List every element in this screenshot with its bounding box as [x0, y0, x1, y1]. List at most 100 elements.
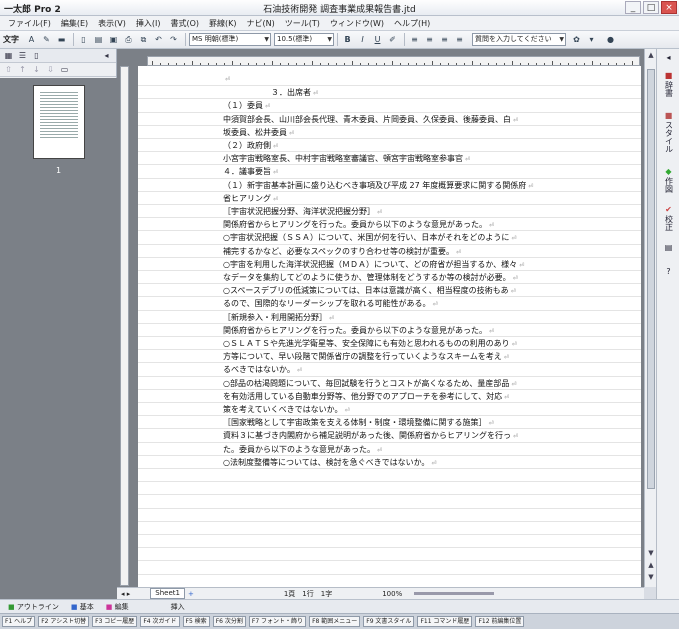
redo-icon[interactable]: ↷: [167, 33, 180, 46]
fkey-f2[interactable]: F2 アシスト切替: [38, 616, 90, 627]
page-icon[interactable]: ▯: [31, 50, 42, 61]
font-color-icon[interactable]: ✐: [386, 33, 399, 46]
maximize-button[interactable]: □: [643, 1, 659, 14]
doc-text-line[interactable]: なデータを集約してどのように使うか、管理体制をどうするか等の検討が必要。 ⏎: [223, 272, 518, 283]
align-right-icon[interactable]: ≡: [438, 33, 451, 46]
doc-text-line[interactable]: 資料３に基づき内閣府から補足説明があった後、関係府省からヒアリングを行っ ⏎: [223, 430, 518, 441]
doc-text-line[interactable]: 策を考えていくべきではないか。 ⏎: [223, 404, 349, 415]
menu-tools[interactable]: ツール(T): [280, 18, 325, 29]
fkey-f11[interactable]: F11 コマンド履歴: [417, 616, 473, 627]
doc-text-line[interactable]: ○ＳＬＡＴＳや先進光学衛星等、安全保障にも有効と思われるものの利用のあり ⏎: [223, 338, 517, 349]
thumbnail-view-icon[interactable]: ▦: [3, 50, 14, 61]
view-edit-tab[interactable]: ■ 編集: [106, 602, 129, 612]
help-search-icon[interactable]: ✿: [570, 33, 583, 46]
arrow-up-icon[interactable]: ↑: [17, 64, 28, 75]
bold-icon[interactable]: B: [341, 33, 354, 46]
menu-edit[interactable]: 編集(E): [56, 18, 93, 29]
doc-text-line[interactable]: 方等について、早い段階で関係省庁の調整を行っていくようなスキームを考え ⏎: [223, 351, 509, 362]
align-left-icon[interactable]: ≡: [408, 33, 421, 46]
doc-text-line[interactable]: ３．出席者 ⏎: [223, 87, 318, 98]
drawing-tab[interactable]: ◆ 作図: [660, 167, 677, 193]
doc-text-line[interactable]: を有効活用している自動車分野等、他分野でのアプローチを参考にして、対応 ⏎: [223, 391, 509, 402]
doc-text-line[interactable]: 補完するかなど、必要なスペックのすり合わせ等の検討が重要。 ⏎: [223, 246, 461, 257]
doc-text-line[interactable]: （１）新宇宙基本計画に盛り込むべき事項及び平成 27 年度概算要求に関する関係府…: [223, 180, 533, 191]
chevron-down-icon[interactable]: ▾: [585, 33, 598, 46]
doc-text-line[interactable]: ○部品の枯渇問題について、毎回試験を行うとコストが高くなるため、量産部品 ⏎: [223, 378, 516, 389]
menu-window[interactable]: ウィンドウ(W): [325, 18, 389, 29]
undo-icon[interactable]: ↶: [152, 33, 165, 46]
info-icon[interactable]: ●: [604, 33, 617, 46]
save-icon[interactable]: ▣: [107, 33, 120, 46]
arrow-up-icon[interactable]: ⇧: [3, 64, 14, 75]
doc-text-line[interactable]: るので、国際的なリーダーシップを取れる可能性がある。 ⏎: [223, 298, 438, 309]
doc-text-line[interactable]: （２）政府側 ⏎: [223, 140, 278, 151]
palette-list-icon[interactable]: ▤: [660, 243, 677, 253]
document-page[interactable]: ⏎ ３．出席者 ⏎ （１）委員 ⏎ 中須賀部会長、山川部会長代理、青木委員、片岡委員、久…: [138, 66, 641, 588]
sheet-tab[interactable]: Sheet1: [150, 588, 185, 599]
doc-text-line[interactable]: ○宇宙状況把握（ＳＳＡ）について、米国が何を行い、日本がそれをどのように ⏎: [223, 232, 516, 243]
zoom-level[interactable]: 100%: [382, 590, 402, 598]
fkey-f1[interactable]: F1 ヘルプ: [2, 616, 36, 627]
view-outline-tab[interactable]: ■ アウトライン: [8, 602, 59, 612]
open-folder-icon[interactable]: ▤: [92, 33, 105, 46]
doc-text-line[interactable]: 小宮宇宙戦略室長、中村宇宙戦略室審議官、頓宮宇宙戦略室参事官 ⏎: [223, 153, 470, 164]
sheet-nav-icon[interactable]: ◂ ▸: [121, 590, 130, 598]
fkey-f7[interactable]: F7 フォント・飾り: [248, 616, 307, 627]
print-icon[interactable]: ⎙: [122, 33, 135, 46]
doc-text-line[interactable]: ○宇宙を利用した海洋状況把握（ＭＤＡ）について、どの府省が担当するか、様々 ⏎: [223, 259, 524, 270]
page-menu-icon[interactable]: ▭: [59, 64, 70, 75]
doc-text-line[interactable]: 坂委員、松井委員 ⏎: [223, 127, 294, 138]
arrow-down-icon[interactable]: ↓: [31, 64, 42, 75]
menu-insert[interactable]: 挿入(I): [131, 18, 166, 29]
italic-icon[interactable]: I: [356, 33, 369, 46]
doc-text-line[interactable]: ○法制度整備等については、検討を急ぐべきではないか。 ⏎: [223, 457, 436, 468]
collapse-icon[interactable]: ◂: [101, 50, 112, 61]
minimize-button[interactable]: _: [625, 1, 641, 14]
doc-text-line[interactable]: 中須賀部会長、山川部会長代理、青木委員、片岡委員、久保委員、後藤委員、白 ⏎: [223, 114, 518, 125]
doc-text-line[interactable]: ⏎: [223, 74, 230, 83]
list-view-icon[interactable]: ☰: [17, 50, 28, 61]
page-thumbnail[interactable]: [33, 85, 85, 159]
close-button[interactable]: ×: [661, 1, 677, 14]
doc-text-line[interactable]: ［宇宙状況把握分野、海洋状況把握分野］ ⏎: [223, 206, 382, 217]
menu-ruled-line[interactable]: 罫線(K): [204, 18, 242, 29]
fkey-f3[interactable]: F3 コピー履歴: [92, 616, 138, 627]
horizontal-ruler[interactable]: [147, 56, 640, 66]
menu-file[interactable]: ファイル(F): [3, 18, 56, 29]
font-name-select[interactable]: MS 明朝(標準) ▼: [189, 33, 271, 46]
view-basic-tab[interactable]: ■ 基本: [71, 602, 94, 612]
menu-view[interactable]: 表示(V): [93, 18, 131, 29]
help-icon[interactable]: ?: [660, 267, 677, 277]
menu-navi[interactable]: ナビ(N): [242, 18, 280, 29]
doc-text-line[interactable]: ［新規参入・利用開拓分野］ ⏎: [223, 312, 334, 323]
doc-text-line[interactable]: ○スペースデブリの低減策については、日本は意識が高く、相当程度の技術もあ ⏎: [223, 285, 516, 296]
scrollbar-thumb[interactable]: [647, 69, 655, 489]
proofread-tab[interactable]: ✔ 校正: [660, 205, 677, 231]
fkey-f12[interactable]: F12 前編集位置: [475, 616, 525, 627]
style-tab[interactable]: ■ スタイル: [660, 111, 677, 153]
fkey-f9[interactable]: F9 文書スタイル: [363, 616, 415, 627]
add-sheet-icon[interactable]: +: [188, 590, 194, 598]
text-color-icon[interactable]: A: [25, 33, 38, 46]
align-center-icon[interactable]: ≡: [423, 33, 436, 46]
highlighter-icon[interactable]: ▬: [55, 33, 68, 46]
underline-icon[interactable]: U: [371, 33, 384, 46]
align-justify-icon[interactable]: ≡: [453, 33, 466, 46]
doc-text-line[interactable]: るべきではないか。 ⏎: [223, 364, 302, 375]
fkey-f6[interactable]: F6 次分割: [212, 616, 246, 627]
doc-text-line[interactable]: （１）委員 ⏎: [223, 100, 270, 111]
menu-format[interactable]: 書式(O): [165, 18, 204, 29]
fkey-f4[interactable]: F4 次ガイド: [140, 616, 180, 627]
copy-icon[interactable]: ⧉: [137, 33, 150, 46]
vertical-ruler[interactable]: [120, 66, 129, 586]
doc-text-line[interactable]: 省ヒアリング ⏎: [223, 193, 278, 204]
question-input[interactable]: 質問を入力してください ▼: [472, 33, 566, 46]
pen-icon[interactable]: ✎: [40, 33, 53, 46]
doc-text-line[interactable]: た。委員から以下のような意見があった。 ⏎: [223, 444, 382, 455]
doc-text-line[interactable]: 関係府省からヒアリングを行った。委員から以下のような意見があった。 ⏎: [223, 219, 494, 230]
view-insert-mode[interactable]: 挿入: [171, 602, 185, 612]
doc-text-line[interactable]: ［国家戦略として宇宙政策を支える体制・制度・環境整備に関する施策］ ⏎: [223, 417, 494, 428]
fkey-f5[interactable]: F5 検索: [182, 616, 210, 627]
dictionary-tab[interactable]: ■ 辞書: [660, 71, 677, 97]
collapse-palette-icon[interactable]: ◂: [660, 53, 677, 63]
